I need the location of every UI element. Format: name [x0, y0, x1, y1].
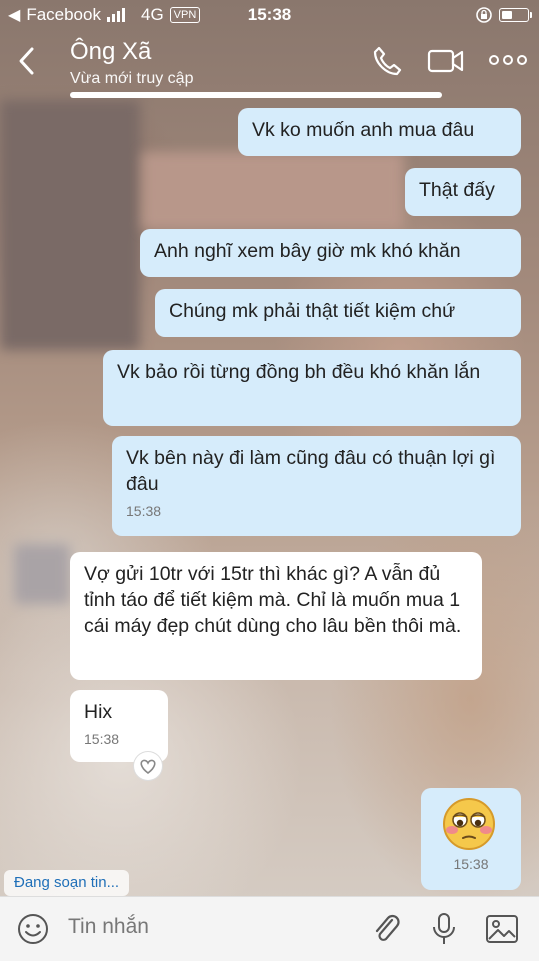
message-bubble-outgoing[interactable]: Vk bảo rồi từng đồng bh đều khó khăn lắn — [103, 350, 521, 426]
message-text: Vk bên này đi làm cũng đâu có thuận lợi … — [126, 447, 496, 495]
message-text: Anh nghĩ xem bây giờ mk khó khăn — [154, 240, 461, 262]
message-text: Hix — [84, 701, 113, 723]
flushed-face-emoji-icon — [443, 798, 495, 850]
message-bubble-outgoing[interactable]: Chúng mk phải thật tiết kiệm chứ — [155, 289, 521, 337]
header-divider — [70, 92, 442, 98]
message-text: Chúng mk phải thật tiết kiệm chứ — [169, 300, 456, 322]
heart-icon — [140, 759, 156, 775]
status-bar: ◀ Facebook 4G VPN 15:38 — [0, 0, 539, 30]
emoji-icon[interactable] — [16, 912, 50, 946]
message-text: Vk ko muốn anh mua đâu — [252, 119, 475, 141]
message-time: 15:38 — [84, 731, 120, 747]
message-bubble-outgoing[interactable]: Vk ko muốn anh mua đâu — [238, 108, 521, 156]
contact-name[interactable]: Ông Xã — [70, 38, 151, 66]
message-text: Thật đấy — [419, 179, 495, 201]
message-bubble-outgoing[interactable]: Thật đấy — [405, 168, 521, 216]
message-time: 15:38 — [453, 856, 489, 872]
video-call-icon[interactable] — [426, 44, 466, 78]
blurred-face-left — [0, 100, 140, 350]
microphone-icon[interactable] — [430, 912, 458, 948]
more-options-icon[interactable] — [488, 54, 528, 66]
message-time: 15:38 — [126, 503, 162, 519]
phone-call-icon[interactable] — [370, 44, 404, 78]
attachment-icon[interactable] — [370, 912, 402, 946]
contact-status: Vừa mới truy cập — [70, 70, 194, 87]
message-bubble-outgoing[interactable]: Vk bên này đi làm cũng đâu có thuận lợi … — [112, 436, 521, 536]
typing-indicator: Đang soạn tin... — [4, 870, 130, 896]
back-icon[interactable] — [14, 44, 40, 78]
message-bubble-incoming[interactable]: Vợ gửi 10tr với 15tr thì khác gì? A vẫn … — [70, 552, 482, 680]
message-text: Vợ gửi 10tr với 15tr thì khác gì? A vẫn … — [84, 563, 462, 637]
battery-icon — [499, 8, 532, 22]
clock: 15:38 — [247, 5, 292, 24]
react-heart-button[interactable] — [134, 752, 162, 780]
image-gallery-icon[interactable] — [484, 912, 520, 946]
chat-header: Ông Xã Vừa mới truy cập — [0, 30, 539, 100]
message-text: Vk bảo rồi từng đồng bh đều khó khăn lắn — [117, 361, 481, 383]
message-input[interactable]: Tin nhắn — [68, 915, 149, 939]
sticker-message-outgoing[interactable]: 15:38 — [421, 788, 521, 890]
blurred-avatar-left — [14, 544, 70, 604]
message-composer: Tin nhắn — [0, 896, 539, 961]
message-bubble-outgoing[interactable]: Anh nghĩ xem bây giờ mk khó khăn — [140, 229, 521, 277]
orientation-lock-icon — [476, 7, 492, 23]
blurred-face-center — [142, 152, 404, 230]
